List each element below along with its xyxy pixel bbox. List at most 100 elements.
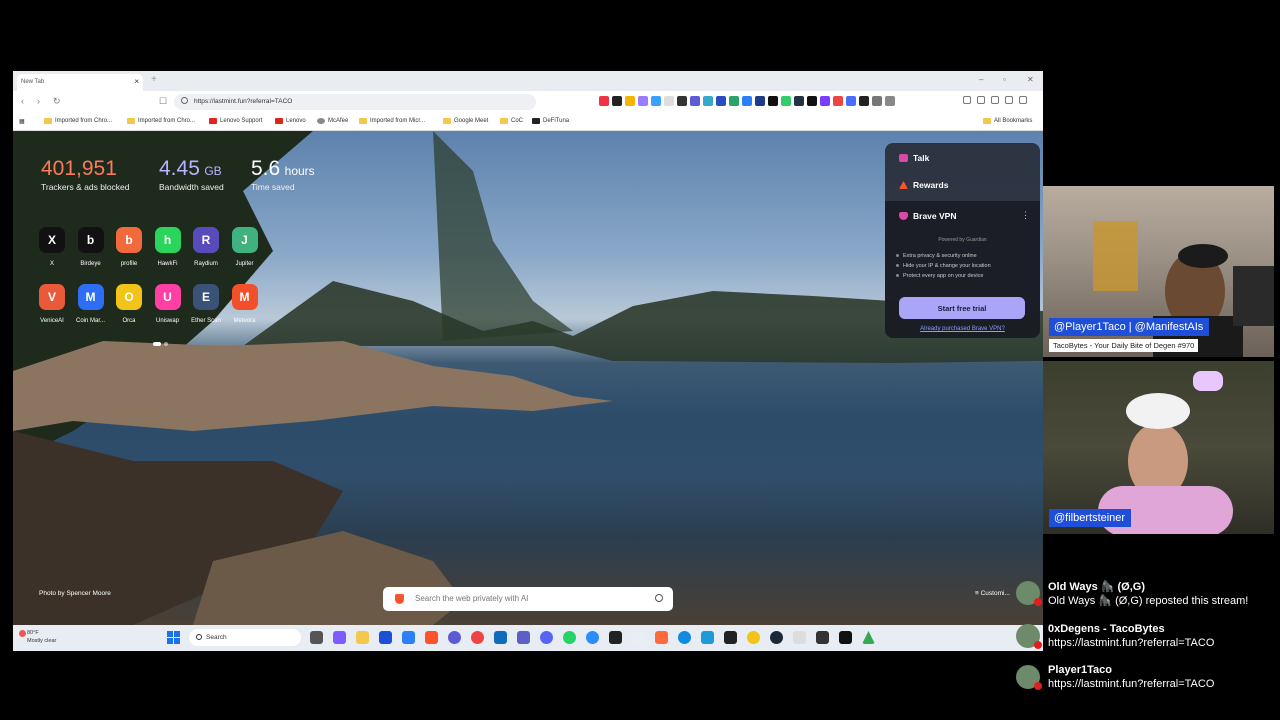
- extension-icon[interactable]: [625, 96, 635, 106]
- extension-icon[interactable]: [820, 96, 830, 106]
- address-bar[interactable]: https://lastmint.fun?referral=TACO: [174, 94, 536, 110]
- extension-icon[interactable]: [885, 96, 895, 106]
- discord-icon[interactable]: [540, 631, 553, 644]
- bookmark-item[interactable]: Imported from Micr...: [359, 118, 425, 124]
- talk-widget[interactable]: Talk: [899, 153, 929, 163]
- apps-grid-icon[interactable]: ▦: [19, 118, 25, 125]
- maximize-icon[interactable]: ▫: [1003, 75, 1006, 84]
- app-icon[interactable]: [724, 631, 737, 644]
- tab-new-tab[interactable]: New Tab ×: [17, 74, 143, 91]
- bookmark-item[interactable]: CoC: [500, 118, 523, 124]
- close-tab-icon[interactable]: ×: [134, 77, 139, 86]
- edge-icon[interactable]: [678, 631, 691, 644]
- site-info-icon[interactable]: [181, 97, 188, 104]
- app-icon[interactable]: [632, 631, 645, 644]
- bookmark-item[interactable]: DeFiTuna: [532, 118, 569, 124]
- zoom-icon[interactable]: [586, 631, 599, 644]
- chrome-icon[interactable]: [471, 631, 484, 644]
- more-options-icon[interactable]: ⋮: [1021, 210, 1030, 221]
- extension-icon[interactable]: [742, 96, 752, 106]
- minimize-icon[interactable]: –: [979, 75, 983, 84]
- reload-icon[interactable]: ↻: [53, 96, 61, 107]
- whatsapp-icon[interactable]: [563, 631, 576, 644]
- favorites-icon[interactable]: [991, 96, 999, 104]
- extension-icon[interactable]: [599, 96, 609, 106]
- page-indicator[interactable]: [164, 342, 168, 346]
- shortcut-tile[interactable]: b Birdeye: [76, 227, 106, 267]
- back-icon[interactable]: ‹: [21, 96, 24, 106]
- extension-icon[interactable]: [872, 96, 882, 106]
- google-drive-icon[interactable]: [862, 631, 875, 644]
- start-button[interactable]: [167, 631, 180, 644]
- bookmark-item[interactable]: McAfee: [317, 118, 348, 124]
- wallet-icon[interactable]: [977, 96, 985, 104]
- teams-icon[interactable]: [517, 631, 530, 644]
- all-bookmarks[interactable]: All Bookmarks: [983, 118, 1032, 124]
- bookmark-item[interactable]: Lenovo Support: [209, 118, 262, 124]
- shortcut-tile[interactable]: XX: [37, 227, 67, 267]
- already-purchased-link[interactable]: Already purchased Brave VPN?: [885, 326, 1040, 332]
- shield-icon[interactable]: [1005, 96, 1013, 104]
- extension-icon[interactable]: [651, 96, 661, 106]
- menu-icon[interactable]: [1019, 96, 1027, 104]
- shortcut-tile[interactable]: U Uniswap: [153, 284, 183, 324]
- extension-icon[interactable]: [768, 96, 778, 106]
- extension-icon[interactable]: [807, 96, 817, 106]
- terminal-icon[interactable]: [609, 631, 622, 644]
- bookmark-item[interactable]: Imported from Chro...: [127, 118, 195, 124]
- bookmark-item[interactable]: Google Meet: [443, 118, 488, 124]
- new-tab-button[interactable]: +: [151, 74, 157, 85]
- app-icon[interactable]: [701, 631, 714, 644]
- extension-icon[interactable]: [833, 96, 843, 106]
- extension-icon[interactable]: [781, 96, 791, 106]
- extension-icon[interactable]: [677, 96, 687, 106]
- start-free-trial-button[interactable]: Start free trial: [899, 297, 1025, 319]
- steam-icon[interactable]: [770, 631, 783, 644]
- extension-icon[interactable]: [729, 96, 739, 106]
- app-icon[interactable]: [816, 631, 829, 644]
- extension-icon[interactable]: [664, 96, 674, 106]
- extension-icon[interactable]: [846, 96, 856, 106]
- extension-icon[interactable]: [859, 96, 869, 106]
- forward-icon[interactable]: ›: [37, 96, 40, 106]
- bookmark-item[interactable]: Lenovo: [275, 118, 306, 124]
- extension-icon[interactable]: [638, 96, 648, 106]
- close-window-icon[interactable]: ✕: [1027, 75, 1034, 84]
- search-icon[interactable]: [655, 594, 663, 602]
- file-explorer-icon[interactable]: [356, 631, 369, 644]
- task-view-icon[interactable]: [310, 631, 323, 644]
- shortcut-tile[interactable]: M Meteora: [230, 284, 260, 324]
- copilot-icon[interactable]: [333, 631, 346, 644]
- photo-credit[interactable]: Photo by Spencer Moore: [39, 590, 111, 597]
- app-icon[interactable]: [402, 631, 415, 644]
- weather-widget[interactable]: 80°F Mostly clear: [19, 629, 56, 645]
- lenovo-app-icon[interactable]: [379, 631, 392, 644]
- app-icon[interactable]: [793, 631, 806, 644]
- capcut-icon[interactable]: [839, 631, 852, 644]
- shortcut-tile[interactable]: E Ether Scan: [191, 284, 221, 324]
- extension-icon[interactable]: [755, 96, 765, 106]
- shortcut-tile[interactable]: M Coin Mar...: [76, 284, 106, 324]
- outlook-icon[interactable]: [494, 631, 507, 644]
- brave-icon[interactable]: [425, 631, 438, 644]
- extension-icon[interactable]: [612, 96, 622, 106]
- extension-icon[interactable]: [716, 96, 726, 106]
- app-icon[interactable]: [448, 631, 461, 644]
- rewards-widget[interactable]: Rewards: [899, 180, 948, 190]
- app-icon[interactable]: [747, 631, 760, 644]
- extension-icon[interactable]: [794, 96, 804, 106]
- app-icon[interactable]: [655, 631, 668, 644]
- shortcut-tile[interactable]: h HawkFi: [153, 227, 183, 267]
- extension-icon[interactable]: [690, 96, 700, 106]
- taskbar-search[interactable]: Search: [189, 629, 301, 646]
- bookmark-item[interactable]: Imported from Chro...: [44, 118, 112, 124]
- customize-button[interactable]: ≡ Customi...: [975, 590, 1010, 597]
- shortcut-tile[interactable]: b profile: [114, 227, 144, 267]
- extension-icon[interactable]: [703, 96, 713, 106]
- ai-search-box[interactable]: Search the web privately with AI: [383, 587, 673, 611]
- shortcut-tile[interactable]: R Raydium: [191, 227, 221, 267]
- shortcut-tile[interactable]: J Jupiter: [230, 227, 260, 267]
- shortcut-tile[interactable]: V VeniceAI: [37, 284, 67, 324]
- bookmark-icon[interactable]: ☐: [159, 96, 167, 107]
- page-indicator-active[interactable]: [153, 342, 161, 346]
